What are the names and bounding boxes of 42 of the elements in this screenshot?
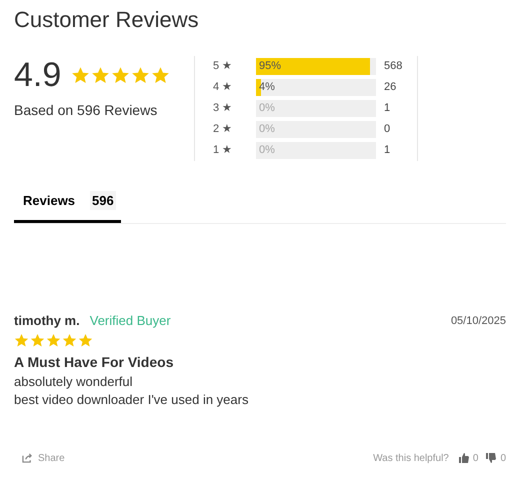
star-icon — [46, 332, 61, 348]
tab-count: 596 — [90, 190, 116, 210]
reviews-tab[interactable]: Reviews 596 — [14, 181, 121, 223]
star-level-label: 2 ★ — [213, 122, 234, 138]
star-icon — [30, 332, 45, 348]
percent-label: 0% — [259, 144, 275, 157]
average-rating: 4.9 — [14, 56, 62, 94]
reviewer-name: timothy m. — [14, 312, 80, 330]
star-icon — [111, 66, 130, 84]
star-icon — [62, 332, 77, 348]
thumbs-down-icon — [486, 453, 496, 463]
star-level-label: 1 ★ — [213, 143, 234, 158]
share-icon — [22, 453, 33, 463]
review-date: 05/10/2025 — [450, 314, 506, 328]
percent-label: 95% — [259, 60, 282, 73]
rating-count: 568 — [384, 59, 402, 74]
thumbs-up-icon — [458, 453, 469, 463]
rating-count: 1 — [384, 101, 390, 116]
rating-count: 26 — [384, 80, 396, 96]
star-icon — [91, 66, 110, 84]
star-icon — [71, 66, 90, 84]
star-icon — [131, 66, 150, 84]
verified-buyer-label: Verified Buyer — [90, 312, 171, 330]
rating-count: 1 — [384, 143, 390, 158]
star-level-label: 3 ★ — [213, 101, 234, 116]
star-icon — [14, 332, 29, 348]
review-text: absolutely wonderful — [14, 372, 134, 390]
share-button[interactable]: Share — [22, 450, 65, 466]
star-level-label: 5 ★ — [213, 59, 234, 74]
helpful-prompt: Was this helpful? — [373, 452, 449, 466]
percent-label: 0% — [259, 123, 275, 136]
thumbs-down-button[interactable]: 0 — [486, 450, 506, 466]
review-text: best video downloader I've used in years — [14, 390, 250, 408]
review-count: Based on 596 Reviews — [14, 101, 158, 120]
star-icon — [151, 66, 170, 84]
rating-count: 0 — [384, 122, 390, 138]
star-level-label: 4 ★ — [213, 80, 234, 96]
page-title: Customer Reviews — [14, 6, 200, 34]
percent-label: 0% — [259, 102, 275, 115]
star-icon — [78, 332, 93, 348]
review-title: A Must Have For Videos — [14, 352, 174, 372]
thumbs-up-button[interactable]: 0 — [458, 450, 478, 466]
